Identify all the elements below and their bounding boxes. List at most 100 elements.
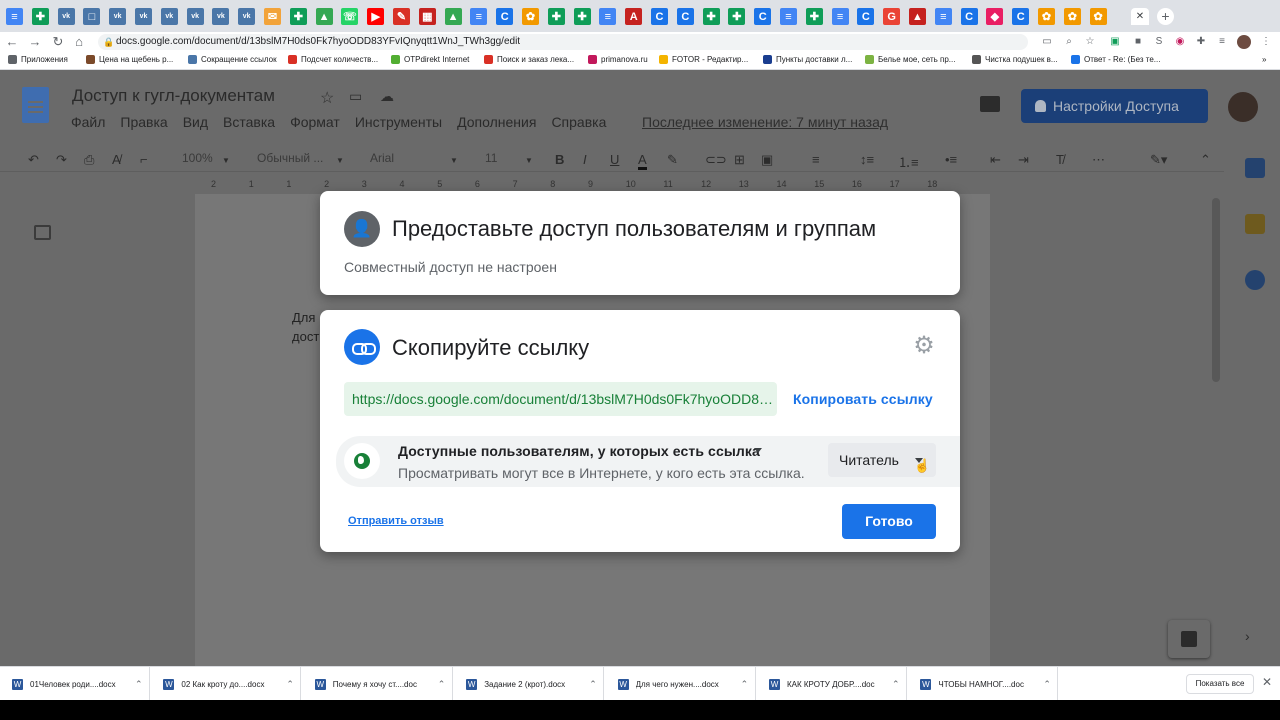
browser-tab-fox-icon[interactable]: ✿ [1063, 8, 1081, 25]
profile-avatar[interactable] [1237, 35, 1251, 49]
download-options-icon[interactable]: ⌃ [589, 679, 603, 690]
bookmark-item[interactable]: OTPdirekt Internet [391, 55, 469, 64]
browser-tab-vk-icon[interactable]: vk [57, 8, 75, 25]
browser-tab-c-icon[interactable]: C [651, 8, 668, 25]
copy-link-button[interactable]: Копировать ссылку [793, 391, 933, 407]
user-avatar[interactable] [1228, 92, 1258, 122]
editing-mode-icon[interactable]: ✎▾ [1150, 152, 1167, 168]
browser-tab-docs-icon[interactable]: ≡ [599, 8, 617, 25]
browser-tab-vk-icon[interactable]: vk [135, 8, 152, 25]
style-select[interactable]: Обычный ... [257, 151, 323, 165]
zoom-icon[interactable]: ⌕ [1062, 35, 1076, 49]
italic-icon[interactable]: I [583, 152, 587, 167]
download-item[interactable]: W 02 Как кроту до....docx ⌃ [151, 667, 302, 701]
browser-tab-fox-icon[interactable]: ✿ [522, 8, 539, 25]
menu-item[interactable]: Дополнения [457, 114, 536, 130]
extension-icon[interactable]: ◉ [1173, 35, 1187, 49]
browser-tab-vk-icon[interactable]: vk [186, 8, 204, 25]
more-options-icon[interactable]: ⋯ [1092, 152, 1105, 168]
download-item[interactable]: W ЧТОБЫ НАМНОГ....doc ⌃ [908, 667, 1059, 701]
browser-tab-vk-icon[interactable]: vk [212, 8, 230, 25]
send-feedback-link[interactable]: Отправить отзыв [348, 515, 444, 527]
download-item[interactable]: W Для чего нужен....docx ⌃ [606, 667, 756, 701]
bookmark-star-icon[interactable]: ☆ [1083, 35, 1097, 49]
browser-tab-sheets-icon[interactable]: ✚ [547, 8, 565, 25]
browser-tab-sheets-icon[interactable]: ✚ [728, 8, 746, 25]
browser-tab-mail-icon[interactable]: ✉ [264, 8, 281, 25]
browser-tab-triangle-icon[interactable]: ▲ [909, 8, 926, 25]
browser-tab-sheets-icon[interactable]: ✚ [573, 8, 591, 25]
new-tab-button[interactable]: + [1157, 8, 1174, 25]
extension-icon[interactable]: S [1152, 35, 1166, 49]
menu-item[interactable]: Формат [290, 114, 340, 130]
font-select[interactable]: Arial [370, 151, 394, 165]
docs-logo-icon[interactable] [22, 87, 49, 123]
print-icon[interactable]: ⎙ [84, 152, 94, 168]
download-item[interactable]: W Задание 2 (крот).docx ⌃ [454, 667, 605, 701]
browser-tab-docs-icon[interactable]: ≡ [780, 8, 797, 25]
calendar-icon[interactable] [1245, 158, 1265, 178]
browser-tab-docs-icon[interactable]: ≡ [6, 8, 23, 25]
bookmark-item[interactable]: Сокращение ссылок [188, 55, 277, 64]
menu-item[interactable]: Файл [71, 114, 105, 130]
clear-formatting-icon[interactable]: T̸ [1056, 152, 1064, 167]
increase-indent-icon[interactable]: ⇥ [1018, 152, 1029, 168]
insert-image-icon[interactable]: ▣ [761, 152, 773, 168]
browser-tab-vk-icon[interactable]: vk [109, 8, 127, 25]
download-options-icon[interactable]: ⌃ [438, 679, 452, 690]
highlight-icon[interactable]: ✎ [667, 152, 678, 168]
browser-tab-c-icon[interactable]: C [496, 8, 514, 25]
bookmark-item[interactable]: Приложения [8, 55, 68, 64]
spellcheck-icon[interactable]: A̸ [112, 152, 121, 167]
browser-tab-square-icon[interactable]: □ [83, 8, 101, 25]
browser-tab-c-icon[interactable]: C [857, 8, 875, 25]
address-bar[interactable]: 🔒 docs.google.com/document/d/13bslM7H0ds… [98, 34, 1028, 50]
tasks-icon[interactable] [1245, 270, 1265, 290]
access-level-dropdown[interactable]: Доступные пользователям, у которых есть … [398, 443, 760, 459]
download-options-icon[interactable]: ⌃ [892, 679, 906, 690]
menu-item[interactable]: Справка [551, 114, 606, 130]
paint-format-icon[interactable]: ⌐ [140, 152, 148, 167]
bookmark-item[interactable]: primanova.ru [588, 55, 648, 64]
browser-tab-fox-icon[interactable]: ✿ [1089, 8, 1107, 25]
underline-icon[interactable]: U [610, 152, 619, 167]
share-link-url[interactable]: https://docs.google.com/document/d/13bsl… [344, 382, 777, 416]
browser-tab-sheets-icon[interactable]: ✚ [805, 8, 823, 25]
browser-tab-calendar-icon[interactable]: ▦ [418, 8, 436, 25]
download-item[interactable]: W 01Человек роди....docx ⌃ [0, 667, 150, 701]
extensions-puzzle-icon[interactable]: ✚ [1194, 35, 1208, 49]
document-title[interactable]: Доступ к гугл-документам [72, 86, 275, 106]
browser-tab-google-icon[interactable]: G [883, 8, 901, 25]
bookmark-item[interactable]: Белье мое, сеть пр... [865, 55, 955, 64]
collapse-menus-icon[interactable]: ⌃ [1200, 152, 1211, 168]
browser-tab-drive-icon[interactable]: ▲ [315, 8, 333, 25]
font-size-select[interactable]: 11 [485, 151, 497, 165]
download-options-icon[interactable]: ⌃ [741, 679, 755, 690]
cloud-status-icon[interactable]: ☁ [380, 88, 394, 105]
comments-icon[interactable] [980, 96, 1000, 112]
download-options-icon[interactable]: ⌃ [1043, 679, 1057, 690]
bookmarks-overflow-icon[interactable]: » [1262, 55, 1266, 64]
bookmark-item[interactable]: FOTOR - Редактир... [659, 55, 748, 64]
download-options-icon[interactable]: ⌃ [286, 679, 300, 690]
menu-item[interactable]: Вид [183, 114, 208, 130]
link-icon[interactable]: ⊂⊃ [705, 152, 727, 168]
show-all-downloads-button[interactable]: Показать все [1186, 674, 1254, 694]
download-options-icon[interactable]: ⌃ [135, 679, 149, 690]
bold-icon[interactable]: B [555, 152, 564, 167]
bookmark-item[interactable]: Поиск и заказ лека... [484, 55, 574, 64]
browser-tab-vk-icon[interactable]: vk [160, 8, 178, 25]
align-icon[interactable]: ≡ [812, 152, 820, 167]
last-edit-link[interactable]: Последнее изменение: 7 минут назад [642, 114, 888, 130]
extension-icon[interactable]: ▣ [1108, 35, 1122, 49]
forward-button[interactable]: → [27, 34, 43, 49]
browser-tab-font-icon[interactable]: A [625, 8, 643, 25]
zoom-select[interactable]: 100% [182, 151, 213, 165]
extension-icon[interactable]: ■ [1131, 35, 1145, 49]
browser-tab-docs-icon[interactable]: ≡ [831, 8, 849, 25]
keep-icon[interactable] [1245, 214, 1265, 234]
menu-item[interactable]: Вставка [223, 114, 275, 130]
bookmark-item[interactable]: Цена на щебень р... [86, 55, 173, 64]
show-side-panel-icon[interactable]: › [1245, 628, 1265, 648]
document-scrollbar[interactable] [1212, 198, 1220, 382]
